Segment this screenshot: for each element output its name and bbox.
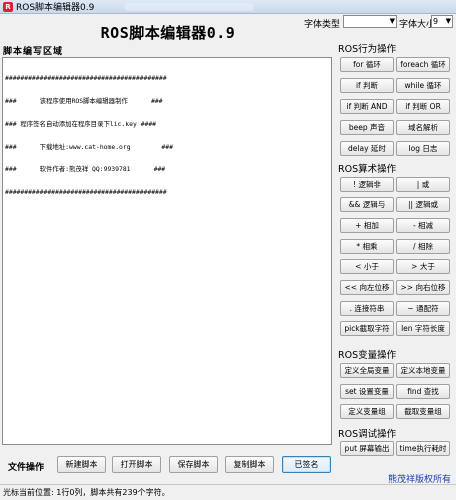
editor-title: 脚本编写区域 — [3, 47, 64, 57]
op-shift-left-button[interactable]: << 向左位移 — [340, 280, 394, 295]
editor-line: ### 该程序使用ROS脚本编辑器制作 ### — [5, 96, 163, 105]
find-button[interactable]: find 查找 — [396, 384, 450, 399]
op-multiply-button[interactable]: * 相乘 — [340, 239, 394, 254]
status-bar: 光标当前位置: 1行0列，脚本共有239个字符。 — [0, 484, 456, 500]
section-title-variables: ROS变量操作 — [338, 350, 397, 361]
section-title-flow: ROS行为操作 — [338, 44, 397, 55]
open-script-button[interactable]: 打开脚本 — [112, 456, 161, 473]
op-shift-right-button[interactable]: >> 向右位移 — [396, 280, 450, 295]
log-button[interactable]: log 日志 — [396, 141, 450, 156]
editor-line: ########################################… — [5, 188, 167, 197]
save-script-button[interactable]: 保存脚本 — [169, 456, 218, 473]
op-add-button[interactable]: + 相加 — [340, 218, 394, 233]
global-var-button[interactable]: 定义全局变量 — [340, 363, 394, 378]
slice-array-button[interactable]: 截取变量组 — [396, 404, 450, 419]
new-script-button[interactable]: 新建脚本 — [57, 456, 106, 473]
set-var-button[interactable]: set 设置变量 — [340, 384, 394, 399]
while-loop-button[interactable]: while 循环 — [396, 78, 450, 93]
font-size-select[interactable]: 9 ▼ — [431, 15, 453, 28]
define-array-button[interactable]: 定义变量组 — [340, 404, 394, 419]
chevron-down-icon: ▼ — [445, 17, 451, 25]
app-heading: ROS脚本编辑器0.9 — [100, 24, 236, 42]
pick-substring-button[interactable]: pick截取字符 — [340, 321, 394, 336]
titlebar-blur — [124, 2, 255, 11]
window-title: ROS脚本编辑器0.9 — [16, 3, 95, 13]
copy-script-button[interactable]: 复制脚本 — [225, 456, 274, 473]
editor-line: ########################################… — [5, 74, 167, 83]
section-title-operators: ROS算术操作 — [338, 164, 397, 175]
op-and-button[interactable]: && 逻辑与 — [340, 197, 394, 212]
section-title-debug: ROS调试操作 — [338, 429, 397, 440]
op-less-than-button[interactable]: < 小于 — [340, 259, 394, 274]
chevron-down-icon: ▼ — [389, 17, 395, 25]
font-type-select[interactable]: ▼ — [343, 15, 397, 28]
editor-line: ### 下载地址:www.cat-home.org ### — [5, 142, 173, 151]
delay-button[interactable]: delay 延时 — [340, 141, 394, 156]
editor-line: ### 程序签名自动添加在程序目录下lic.key #### — [5, 119, 157, 128]
app-icon: R — [3, 1, 13, 12]
local-var-button[interactable]: 定义本地变量 — [396, 363, 450, 378]
signed-button[interactable]: 已签名 — [282, 456, 331, 473]
len-button[interactable]: len 字符长度 — [396, 321, 450, 336]
file-ops-label: 文件操作 — [8, 463, 45, 473]
op-divide-button[interactable]: / 相除 — [396, 239, 450, 254]
script-editor[interactable]: ########################################… — [2, 57, 332, 445]
if-button[interactable]: if 判断 — [340, 78, 394, 93]
font-size-value: 9 — [433, 17, 439, 26]
for-loop-button[interactable]: for 循环 — [340, 57, 394, 72]
editor-line: ### 软件作者:熊茂祥 QQ:9939781 ### — [5, 165, 166, 174]
op-subtract-button[interactable]: - 相减 — [396, 218, 450, 233]
window-titlebar: R ROS脚本编辑器0.9 — [0, 0, 456, 14]
op-logical-or-button[interactable]: || 逻辑或 — [396, 197, 450, 212]
op-greater-than-button[interactable]: > 大于 — [396, 259, 450, 274]
font-size-label: 字体大小 — [399, 20, 436, 30]
op-not-button[interactable]: ! 逻辑非 — [340, 177, 394, 192]
font-type-label: 字体类型 — [304, 20, 341, 30]
put-output-button[interactable]: put 屏幕输出 — [340, 441, 394, 456]
op-or-button[interactable]: | 或 — [396, 177, 450, 192]
time-elapsed-button[interactable]: time执行耗时 — [396, 441, 450, 456]
beep-button[interactable]: beep 声音 — [340, 120, 394, 135]
foreach-loop-button[interactable]: foreach 循环 — [396, 57, 450, 72]
if-and-button[interactable]: if 判断 AND — [340, 99, 394, 114]
dns-resolve-button[interactable]: 域名解析 — [396, 120, 450, 135]
op-wildcard-button[interactable]: ~ 通配符 — [396, 301, 450, 316]
op-concat-button[interactable]: . 连接符串 — [340, 301, 394, 316]
if-or-button[interactable]: if 判断 OR — [396, 99, 450, 114]
